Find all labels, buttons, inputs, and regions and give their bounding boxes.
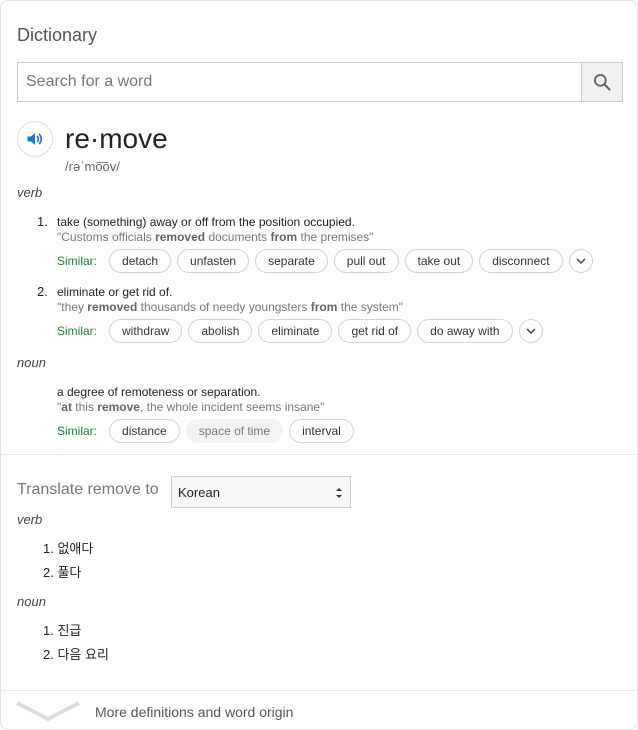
similar-chip[interactable]: distance [109,419,180,443]
translation-item: 2. 풀다 [43,565,82,580]
similar-chip[interactable]: unfasten [177,249,250,273]
similar-chip[interactable]: eliminate [258,319,333,343]
similar-chip[interactable]: disconnect [479,249,563,273]
speaker-icon [27,133,43,145]
select-arrows-icon [336,488,342,498]
dictionary-card: Dictionary re·move /rəˈmo͞ov/ verb 1. ta… [0,0,638,730]
translation-item: 2. 다음 요리 [43,647,109,662]
search-icon [594,74,611,91]
similar-chip[interactable]: interval [289,419,354,443]
translate-label: Translate remove to [17,481,159,498]
similar-label: Similar: [57,424,98,438]
similar-row: Similar: distance space of time interval [57,419,354,443]
pronounce-button[interactable] [17,121,53,157]
search-input[interactable] [18,63,581,101]
sense-number: 1. [37,214,48,229]
card-title: Dictionary [17,25,98,45]
translate-pos-verb: verb [17,512,43,527]
similar-label: Similar: [57,254,98,268]
phonetic: /rəˈmo͞ov/ [65,159,120,174]
similar-chip[interactable]: detach [109,249,172,273]
similar-chip[interactable]: pull out [333,249,399,273]
sense-number: 2. [37,284,48,299]
similar-chip[interactable]: do away with [417,319,513,343]
language-select[interactable]: Korean [171,476,351,508]
similar-chip[interactable]: get rid of [338,319,412,343]
similar-chip[interactable]: withdraw [109,319,183,343]
similar-row: Similar: detach unfasten separate pull o… [57,249,593,273]
sense-definition: eliminate or get rid of. [57,285,173,299]
chevron-down-icon [576,258,586,265]
expand-similar-button[interactable] [518,319,543,343]
sense-definition: take (something) away or off from the po… [57,215,355,229]
similar-chip[interactable]: space of time [185,419,284,443]
chevron-down-icon [525,328,536,335]
headword: re·move [65,123,168,154]
part-of-speech-noun: noun [17,355,46,370]
sense-example: "they removed thousands of needy youngst… [57,300,404,314]
similar-row: Similar: withdraw abolish eliminate get … [57,319,543,343]
section-divider [1,454,638,455]
expand-similar-button[interactable] [568,249,593,273]
translation-item: 1. 진급 [43,623,82,638]
part-of-speech-verb: verb [17,185,43,200]
language-select-value: Korean [178,484,220,500]
more-definitions-label: More definitions and word origin [95,704,294,720]
search-box [17,62,623,102]
sense-example: "Customs officials removed documents fro… [57,230,374,244]
sense-definition: a degree of remoteness or separation. [57,385,261,399]
more-definitions-button[interactable]: More definitions and word origin [1,691,638,730]
similar-chip[interactable]: take out [404,249,474,273]
similar-label: Similar: [57,324,98,338]
sense-example: "at this remove, the whole incident seem… [57,400,325,414]
similar-chip[interactable]: separate [255,249,328,273]
chevron-down-icon [16,701,80,721]
search-button[interactable] [581,63,622,101]
translate-pos-noun: noun [17,594,46,609]
similar-chip[interactable]: abolish [188,319,253,343]
translation-item: 1. 없애다 [43,541,94,556]
